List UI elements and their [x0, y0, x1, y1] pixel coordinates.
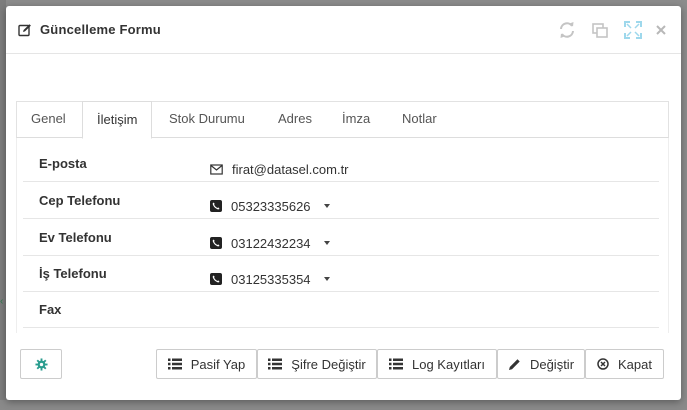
work-phone-value[interactable]: 03125335354: [210, 271, 330, 287]
edit-button[interactable]: Değiştir: [497, 349, 585, 379]
modal-header: Güncelleme Formu: [6, 6, 681, 54]
phone-icon: [210, 273, 222, 285]
restore-window-icon[interactable]: [590, 20, 610, 40]
envelope-icon: [210, 163, 223, 175]
work-phone-label: İş Telefonu: [39, 266, 107, 281]
log-records-button[interactable]: Log Kayıtları: [377, 349, 497, 379]
dropdown-caret-icon: [323, 241, 330, 245]
home-phone-label: Ev Telefonu: [39, 230, 112, 245]
fax-label: Fax: [39, 302, 62, 317]
home-phone-row: Ev Telefonu 03122432234: [23, 220, 659, 256]
close-button[interactable]: Kapat: [585, 349, 664, 379]
deactivate-button[interactable]: Pasif Yap: [156, 349, 257, 379]
mobile-phone-row: Cep Telefonu 05323335626: [23, 183, 659, 219]
modal-title: Güncelleme Formu: [40, 22, 161, 37]
tab-bar: Genel İletişim Stok Durumu Adres İmza No…: [16, 101, 669, 139]
tab-iletisim[interactable]: İletişim: [82, 101, 153, 139]
fax-row: Fax: [23, 292, 659, 328]
list-icon: [389, 358, 403, 370]
change-password-button[interactable]: Şifre Değiştir: [257, 349, 377, 379]
tab-adres[interactable]: Adres: [264, 101, 326, 138]
email-value[interactable]: firat@datasel.com.tr: [210, 161, 349, 177]
work-phone-row: İş Telefonu 03125335354: [23, 256, 659, 292]
pencil-icon: [508, 358, 520, 370]
update-form-modal: Güncelleme Formu Genel İletişim Stok Dur…: [6, 6, 681, 400]
email-label: E-posta: [39, 156, 87, 171]
edit-icon: [18, 23, 32, 37]
phone-icon: [210, 237, 222, 249]
fullscreen-icon[interactable]: [623, 20, 643, 40]
gear-icon: [34, 357, 48, 371]
mobile-phone-value[interactable]: 05323335626: [210, 198, 330, 214]
tab-notlar[interactable]: Notlar: [388, 101, 451, 138]
list-icon: [268, 358, 283, 370]
email-row: E-posta firat@datasel.com.tr: [23, 146, 659, 182]
tab-imza[interactable]: İmza: [328, 101, 384, 138]
settings-button[interactable]: [20, 349, 62, 379]
refresh-icon[interactable]: [557, 20, 577, 40]
list-icon: [167, 358, 182, 370]
dropdown-caret-icon: [323, 277, 330, 281]
phone-icon: [210, 200, 222, 212]
dropdown-caret-icon: [323, 204, 330, 208]
mobile-phone-label: Cep Telefonu: [39, 193, 121, 208]
tab-stok-durumu[interactable]: Stok Durumu: [155, 101, 259, 138]
close-circle-icon: [597, 358, 609, 370]
close-icon[interactable]: [651, 20, 671, 40]
tab-genel[interactable]: Genel: [17, 101, 80, 138]
backdrop-bottom: [0, 400, 687, 410]
home-phone-value[interactable]: 03122432234: [210, 235, 330, 251]
